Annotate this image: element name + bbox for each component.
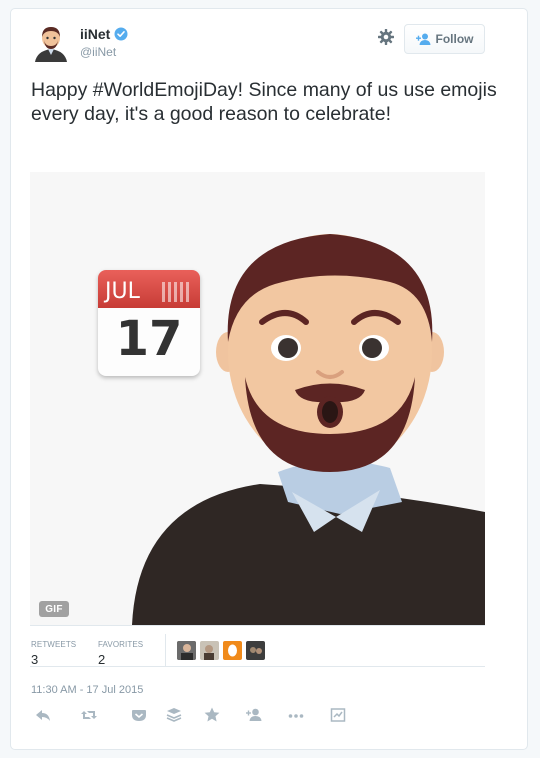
user-avatar[interactable] bbox=[31, 22, 71, 62]
follow-icon[interactable] bbox=[245, 706, 263, 724]
user-handle[interactable]: @iiNet bbox=[80, 45, 116, 59]
analytics-icon[interactable] bbox=[329, 706, 347, 724]
add-user-icon bbox=[415, 33, 432, 45]
favoriter-avatar[interactable] bbox=[246, 641, 265, 660]
display-name[interactable]: iiNet bbox=[80, 26, 110, 42]
stats-bottom-divider bbox=[30, 666, 485, 667]
favorites-count: 2 bbox=[98, 652, 106, 667]
retweets-count: 3 bbox=[31, 652, 39, 667]
follow-button[interactable]: Follow bbox=[404, 24, 485, 54]
retweet-icon[interactable] bbox=[80, 706, 98, 724]
tweet-text: Happy #WorldEmojiDay! Since many of us u… bbox=[31, 79, 497, 125]
calendar-month: JUL bbox=[105, 279, 140, 304]
tweet-timestamp[interactable]: 11:30 AM - 17 Jul 2015 bbox=[31, 684, 143, 696]
favoriter-avatar[interactable] bbox=[223, 641, 242, 660]
emoji-man-illustration bbox=[30, 172, 485, 625]
favorites-stat[interactable]: FAVORITES 2 bbox=[98, 640, 143, 667]
retweets-stat[interactable]: RETWEETS 3 bbox=[31, 640, 76, 667]
favoriter-avatar[interactable] bbox=[177, 641, 196, 660]
more-icon[interactable] bbox=[287, 706, 305, 724]
gear-icon[interactable] bbox=[377, 28, 395, 46]
stats-top-divider bbox=[30, 625, 485, 626]
buffer-icon[interactable] bbox=[165, 706, 183, 724]
calendar-emoji: JUL 17 bbox=[98, 270, 200, 376]
favoriter-avatars bbox=[177, 641, 265, 660]
favoriter-avatar[interactable] bbox=[200, 641, 219, 660]
verified-badge-icon bbox=[114, 27, 128, 41]
stats-vertical-divider bbox=[165, 634, 166, 666]
tweet-media-gif[interactable]: JUL 17 GIF bbox=[30, 172, 485, 625]
follow-label: Follow bbox=[435, 32, 474, 46]
gif-badge: GIF bbox=[39, 601, 69, 617]
favorites-label: FAVORITES bbox=[98, 640, 144, 649]
pocket-icon[interactable] bbox=[130, 706, 148, 724]
calendar-day: 17 bbox=[115, 311, 183, 367]
hashtag-link[interactable]: #WorldEmojiDay bbox=[93, 79, 238, 101]
user-name-row[interactable]: iiNet bbox=[80, 26, 128, 42]
retweets-label: RETWEETS bbox=[31, 640, 77, 649]
reply-icon[interactable] bbox=[34, 706, 52, 724]
favorite-icon[interactable] bbox=[203, 706, 221, 724]
